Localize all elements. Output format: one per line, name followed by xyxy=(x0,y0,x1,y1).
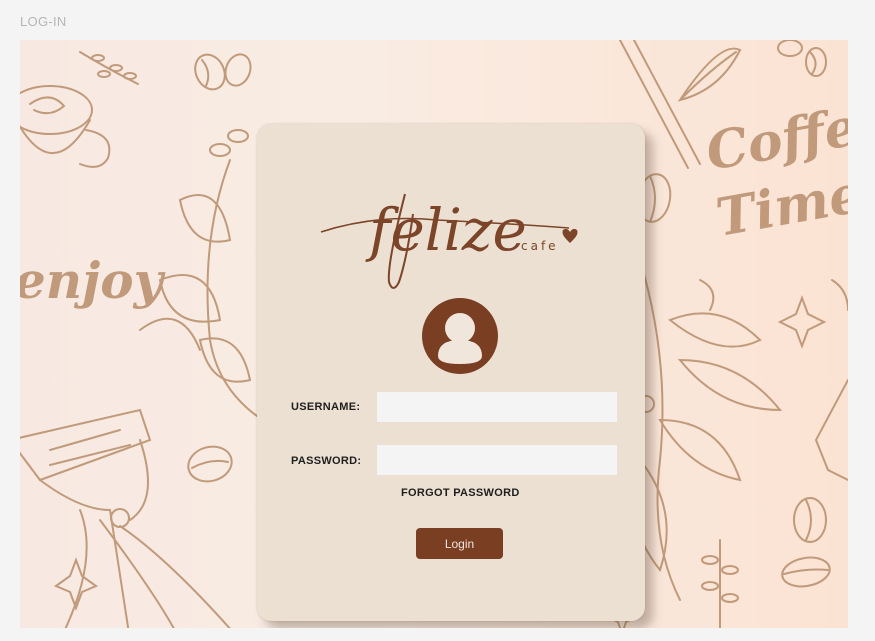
brand-name: felize xyxy=(365,196,527,264)
felize-cafe-logo: felize cafe xyxy=(320,193,578,289)
login-card: felize cafe USERNAME: PASSWORD: FORGOT P… xyxy=(257,124,645,621)
leaf-sprig-doodle xyxy=(79,51,139,85)
user-avatar-icon xyxy=(422,298,498,374)
password-field[interactable] xyxy=(377,445,617,475)
chemex-doodle xyxy=(20,408,231,628)
username-field[interactable] xyxy=(377,392,617,422)
login-artboard: enjoy Coffee Time felize cafe USERNAME: … xyxy=(20,40,848,628)
frame-label: LOG-IN xyxy=(20,14,67,29)
coffee-plant-right-doodle xyxy=(623,259,783,601)
login-button[interactable]: Login xyxy=(416,528,503,559)
coffee-bean-heart-icon xyxy=(562,228,578,243)
password-label: PASSWORD: xyxy=(291,455,362,467)
svg-text:enjoy: enjoy xyxy=(20,251,166,310)
username-label: USERNAME: xyxy=(291,401,361,413)
forgot-password-link[interactable]: FORGOT PASSWORD xyxy=(401,487,520,499)
brand-tagline: cafe xyxy=(521,239,559,253)
latte-cup-doodle xyxy=(20,85,111,168)
